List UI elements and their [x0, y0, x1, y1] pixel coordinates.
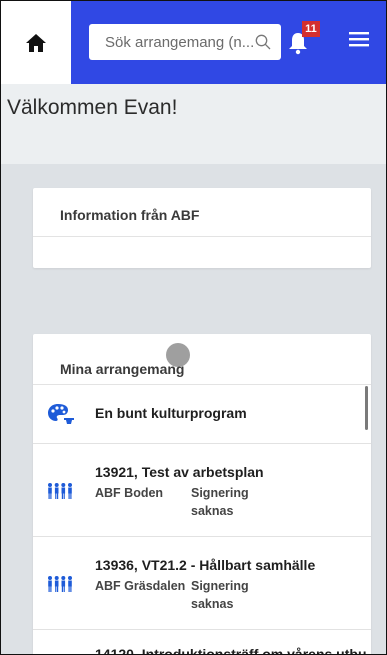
event-organization: ABF Boden: [95, 486, 164, 500]
study-circle-icon: [48, 576, 72, 592]
top-bar: 11: [1, 1, 386, 84]
info-divider: [33, 236, 371, 237]
events-list: En bunt kulturprogram 13921, Test av arb…: [33, 385, 371, 655]
search-input[interactable]: [103, 32, 255, 52]
event-title: 14120, Introduktionsträff om vårens utbu: [95, 646, 367, 655]
info-card-title: Information från ABF: [60, 207, 200, 223]
search-box[interactable]: [89, 24, 281, 60]
home-button[interactable]: [1, 1, 71, 84]
list-item[interactable]: 13921, Test av arbetsplan ABF Boden Sign…: [33, 444, 371, 537]
event-title: 13936, VT21.2 - Hållbart samhälle: [95, 557, 316, 573]
events-card: Mina arrangemang En bunt kulturprogram 1…: [33, 334, 371, 655]
event-title: En bunt kulturprogram: [95, 405, 247, 421]
events-card-title: Mina arrangemang: [60, 361, 185, 377]
header-bar: 11: [71, 1, 386, 84]
list-item[interactable]: 14120, Introduktionsträff om vårens utbu: [33, 630, 371, 655]
study-circle-icon: [48, 483, 72, 499]
search-icon[interactable]: [255, 34, 271, 50]
welcome-heading: Välkommen Evan!: [7, 96, 178, 119]
scrollbar-thumb[interactable]: [365, 386, 368, 430]
event-status: Signering saknas: [191, 486, 249, 518]
menu-button[interactable]: [349, 31, 375, 55]
info-card: Information från ABF: [33, 188, 371, 268]
list-item[interactable]: 13936, VT21.2 - Hållbart samhälle ABF Gr…: [33, 537, 371, 630]
culture-palette-icon: [48, 404, 74, 424]
list-item[interactable]: En bunt kulturprogram: [33, 385, 371, 444]
touch-cursor-indicator: [166, 343, 190, 367]
welcome-section: Välkommen Evan!: [1, 84, 386, 164]
event-title: 13921, Test av arbetsplan: [95, 464, 264, 480]
event-status: Signering saknas: [191, 579, 249, 611]
notification-badge: 11: [302, 21, 320, 37]
notifications-button[interactable]: 11: [287, 21, 323, 59]
app-frame: 11 Välkommen Evan! Information från ABF …: [0, 0, 387, 655]
hamburger-menu-icon: [349, 32, 369, 47]
event-organization: ABF Gräsdalen: [95, 579, 186, 593]
home-icon: [26, 33, 46, 52]
